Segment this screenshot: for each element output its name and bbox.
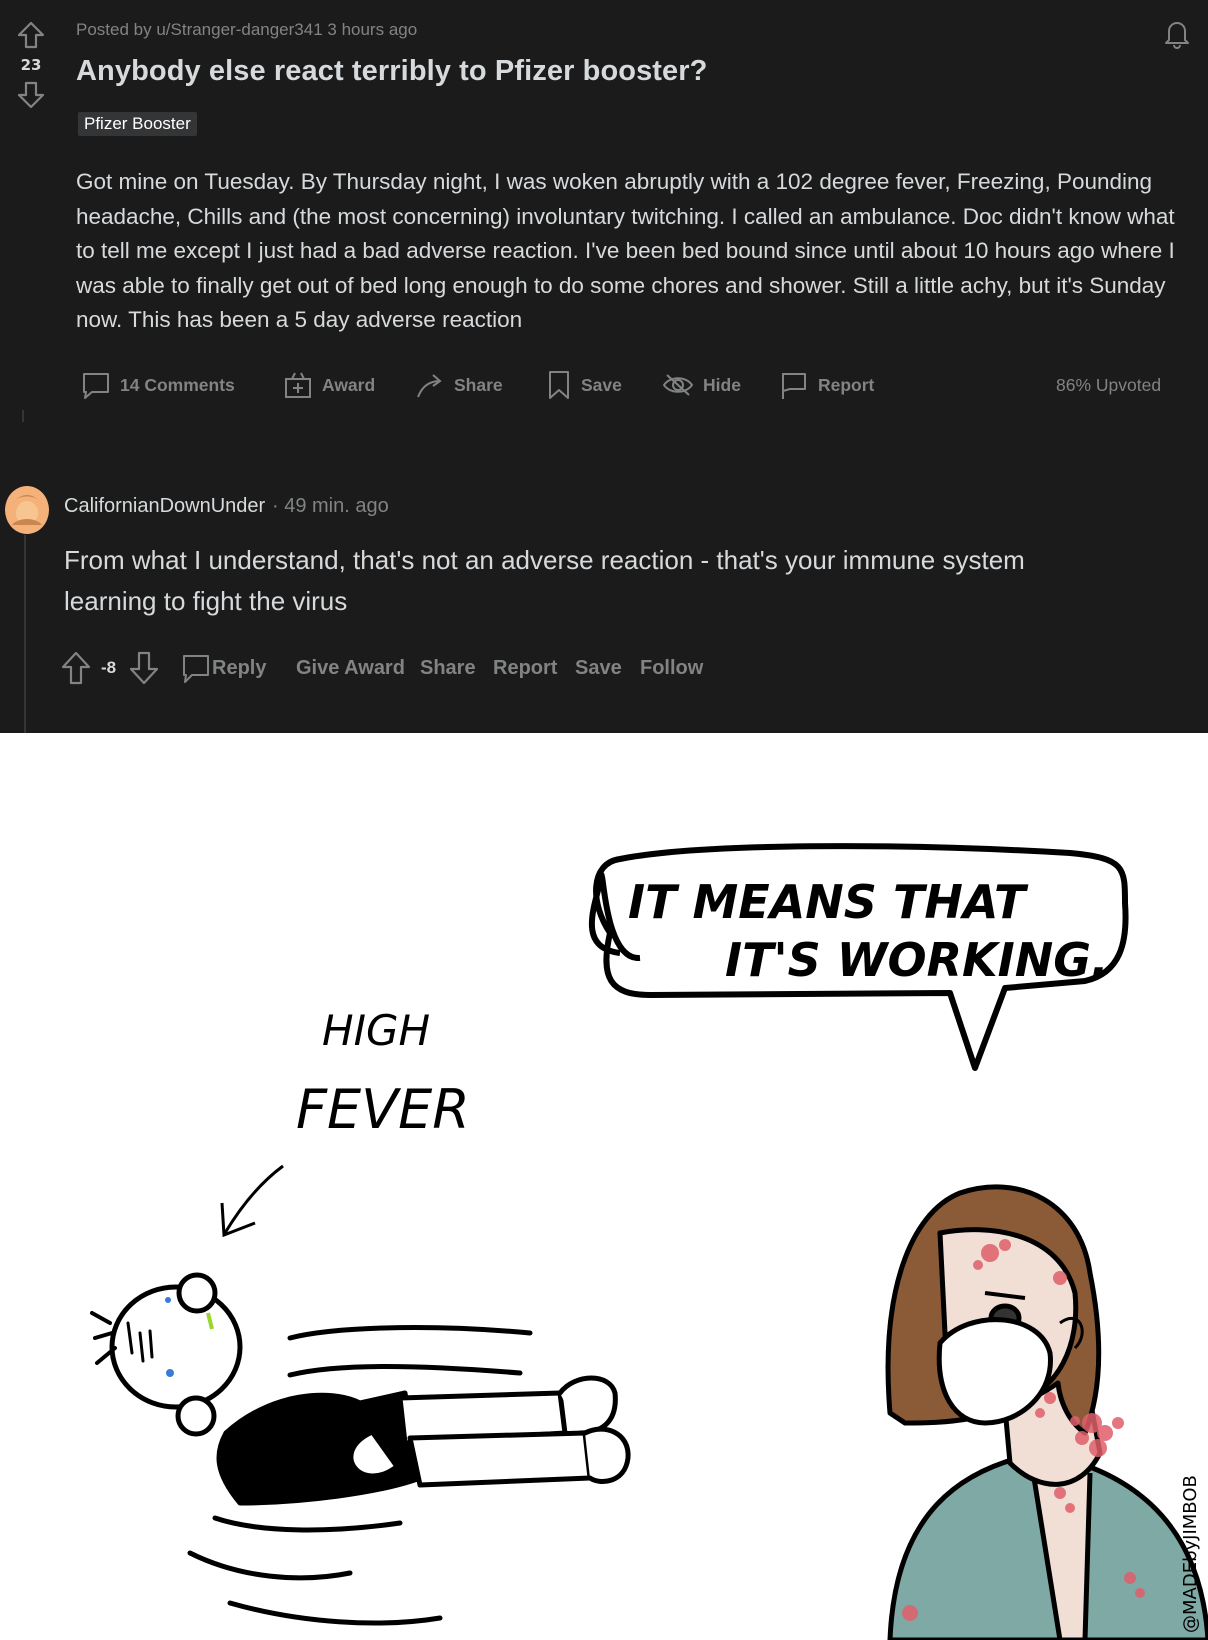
flag-icon	[782, 373, 806, 399]
share-label: Share	[454, 374, 503, 395]
comment-body: From what I understand, that's not an ad…	[64, 545, 1025, 616]
report-label: Report	[818, 374, 875, 395]
arrow-icon	[220, 1164, 284, 1238]
speech-line-1: IT MEANS THAT	[628, 875, 1029, 929]
save-button[interactable]: Save	[545, 365, 622, 405]
comment-report-button[interactable]: Report	[493, 648, 557, 688]
thread-line[interactable]	[24, 535, 26, 733]
bookmark-icon	[549, 371, 569, 399]
fever-kid-drawing	[90, 1272, 631, 1626]
reddit-post: 23 Posted by u/Stranger-danger341 3 hour…	[0, 0, 1208, 733]
downvote-icon	[129, 651, 159, 685]
comment-time: · 49 min. ago	[272, 495, 389, 517]
follow-button[interactable]: Follow	[640, 648, 703, 688]
avatar[interactable]	[4, 481, 50, 535]
comment-icon	[83, 373, 109, 399]
comic-panel: IT MEANS THAT IT'S WORKING. HIGH FEVER @…	[90, 843, 1208, 1640]
comment-score: -8	[101, 658, 117, 677]
share-button[interactable]: Share	[414, 365, 503, 405]
comment-actions: -8 Reply Give Award Share Report Save Fo…	[60, 648, 760, 688]
artist-signature: @MADEbyJIMBOB	[1180, 1475, 1201, 1633]
post-actions: 14 Comments Award Share Save Hide Report	[80, 365, 1180, 405]
share-icon	[417, 374, 442, 398]
divider-tick	[22, 410, 24, 422]
vote-column: 23	[14, 20, 48, 110]
reply-label: Reply	[212, 656, 267, 679]
hide-eye-icon	[662, 374, 694, 396]
speech-bubble: IT MEANS THAT IT'S WORKING.	[588, 843, 1129, 1071]
upvote-icon[interactable]	[16, 20, 46, 50]
comment-downvote-button[interactable]	[128, 648, 160, 688]
post-flair[interactable]: Pfizer Booster	[78, 112, 197, 136]
high-label: HIGH	[322, 1006, 430, 1055]
hide-label: Hide	[703, 374, 741, 395]
reply-button[interactable]: Reply	[180, 648, 266, 688]
hide-button[interactable]: Hide	[661, 365, 741, 405]
fever-label: FEVER	[296, 1078, 470, 1141]
comment-upvote-button[interactable]	[60, 648, 92, 688]
award-label: Award	[322, 374, 376, 395]
comment-save-button[interactable]: Save	[575, 648, 622, 688]
report-button[interactable]: Report	[778, 365, 874, 405]
comments-label: 14 Comments	[120, 374, 235, 395]
post-meta[interactable]: Posted by u/Stranger-danger341 3 hours a…	[76, 20, 417, 40]
post-body: Got mine on Tuesday. By Thursday night, …	[76, 169, 1175, 332]
upvote-ratio: 86% Upvoted	[1056, 375, 1162, 395]
downvote-icon[interactable]	[16, 80, 46, 110]
save-label: Save	[581, 374, 622, 395]
comment-share-button[interactable]: Share	[420, 648, 476, 688]
comment-author[interactable]: CalifornianDownUnder	[64, 495, 265, 518]
award-button[interactable]: Award	[282, 365, 375, 405]
comments-button[interactable]: 14 Comments	[80, 365, 235, 405]
give-award-button[interactable]: Give Award	[296, 648, 405, 688]
comment-icon	[183, 655, 209, 683]
post-title[interactable]: Anybody else react terribly to Pfizer bo…	[76, 55, 707, 88]
speech-line-2: IT'S WORKING.	[725, 933, 1108, 987]
upvote-icon	[61, 651, 91, 685]
gift-icon	[285, 372, 311, 398]
nurse-drawing	[885, 1184, 1208, 1640]
post-score: 23	[20, 56, 42, 74]
bell-icon[interactable]	[1160, 16, 1194, 50]
